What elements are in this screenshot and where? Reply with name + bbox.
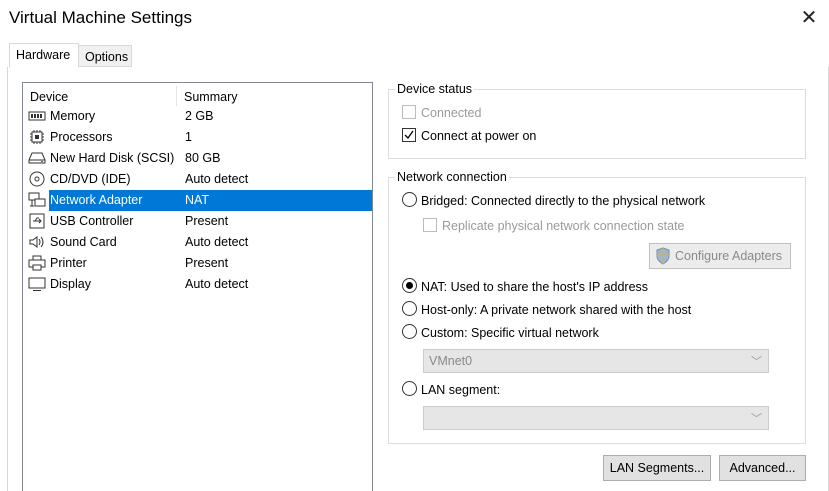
memory-icon xyxy=(28,111,46,121)
bridged-radio[interactable] xyxy=(402,192,417,207)
vmnet-select[interactable]: VMnet0 ﹀ xyxy=(423,349,769,373)
radio-dot xyxy=(406,282,413,289)
device-row-hard-disk[interactable]: New Hard Disk (SCSI) 80 GB xyxy=(24,148,372,169)
advanced-button[interactable]: Advanced... xyxy=(719,455,806,481)
bridged-label: Bridged: Connected directly to the physi… xyxy=(421,194,706,208)
speaker-icon xyxy=(29,236,44,248)
device-row-display[interactable]: Display Auto detect xyxy=(24,274,372,295)
window-title: Virtual Machine Settings xyxy=(9,8,193,27)
device-summary: Auto detect xyxy=(185,235,249,249)
network-connection-title: Network connection xyxy=(395,169,509,185)
device-row-network-adapter[interactable]: Network Adapter NAT xyxy=(24,190,372,211)
printer-icon xyxy=(28,255,46,271)
configure-adapters-button[interactable]: Configure Adapters xyxy=(649,243,791,269)
device-summary: Auto detect xyxy=(185,172,249,186)
chevron-down-icon: ﹀ xyxy=(751,356,762,368)
device-row-usb-controller[interactable]: USB Controller Present xyxy=(24,211,372,232)
column-header-summary[interactable]: Summary xyxy=(184,88,237,106)
device-summary: NAT xyxy=(185,193,210,207)
lan-segment-select[interactable]: ﹀ xyxy=(423,406,769,430)
configure-adapters-label: Configure Adapters xyxy=(675,249,783,263)
replicate-state-label: Replicate physical network connection st… xyxy=(442,219,685,233)
device-row-memory[interactable]: Memory 2 GB xyxy=(24,106,372,127)
lan-segment-radio[interactable] xyxy=(402,381,417,396)
device-row-processors[interactable]: Processors 1 xyxy=(24,127,372,148)
replicate-state-checkbox[interactable] xyxy=(423,218,437,232)
device-row-sound-card[interactable]: Sound Card Auto detect xyxy=(24,232,372,253)
device-name: Sound Card xyxy=(50,235,117,249)
network-adapter-icon xyxy=(28,192,46,207)
device-row-cd-dvd[interactable]: CD/DVD (IDE) Auto detect xyxy=(24,169,372,190)
tab-options[interactable]: Options xyxy=(78,45,132,67)
device-row-printer[interactable]: Printer Present xyxy=(24,253,372,274)
lan-segment-label: LAN segment: xyxy=(421,383,501,397)
device-name: Memory xyxy=(50,109,96,123)
device-list[interactable]: Device Summary Memory 2 GB Processors 1 … xyxy=(22,82,373,491)
nat-label: NAT: Used to share the host's IP address xyxy=(421,280,649,294)
device-status-group xyxy=(388,89,806,159)
device-name: New Hard Disk (SCSI) xyxy=(50,151,175,165)
connect-at-power-on-checkbox[interactable] xyxy=(402,128,416,142)
device-summary: Auto detect xyxy=(185,277,249,291)
hard-disk-icon xyxy=(28,152,46,164)
device-status-title: Device status xyxy=(395,81,475,97)
chevron-down-icon: ﹀ xyxy=(751,413,762,425)
lan-segments-button[interactable]: LAN Segments... xyxy=(603,455,711,481)
cd-dvd-icon xyxy=(29,171,45,187)
display-icon xyxy=(28,277,46,291)
device-summary: 2 GB xyxy=(185,109,214,123)
connected-checkbox[interactable] xyxy=(402,105,416,119)
column-divider[interactable] xyxy=(176,86,177,106)
device-summary: Present xyxy=(185,214,229,228)
tab-hardware[interactable]: Hardware xyxy=(9,43,79,68)
device-name: Network Adapter xyxy=(50,193,143,207)
device-name: Printer xyxy=(50,256,87,270)
shield-icon xyxy=(656,247,670,265)
connected-label: Connected xyxy=(421,106,482,120)
device-name: Processors xyxy=(50,130,113,144)
device-name: CD/DVD (IDE) xyxy=(50,172,131,186)
device-name: Display xyxy=(50,277,91,291)
column-header-device[interactable]: Device xyxy=(30,88,68,106)
usb-icon xyxy=(29,213,45,229)
custom-label: Custom: Specific virtual network xyxy=(421,326,599,340)
device-summary: Present xyxy=(185,256,229,270)
custom-radio[interactable] xyxy=(402,324,417,339)
host-only-radio[interactable] xyxy=(402,301,417,316)
device-summary: 1 xyxy=(185,130,192,144)
nat-radio[interactable] xyxy=(402,278,417,293)
close-icon[interactable]: ✕ xyxy=(797,6,821,30)
processor-icon xyxy=(30,130,44,144)
device-summary: 80 GB xyxy=(185,151,221,165)
vmnet-select-value: VMnet0 xyxy=(429,354,473,368)
connect-at-power-on-label: Connect at power on xyxy=(421,129,537,143)
checkmark-icon xyxy=(404,130,414,140)
host-only-label: Host-only: A private network shared with… xyxy=(421,303,692,317)
device-name: USB Controller xyxy=(50,214,134,228)
